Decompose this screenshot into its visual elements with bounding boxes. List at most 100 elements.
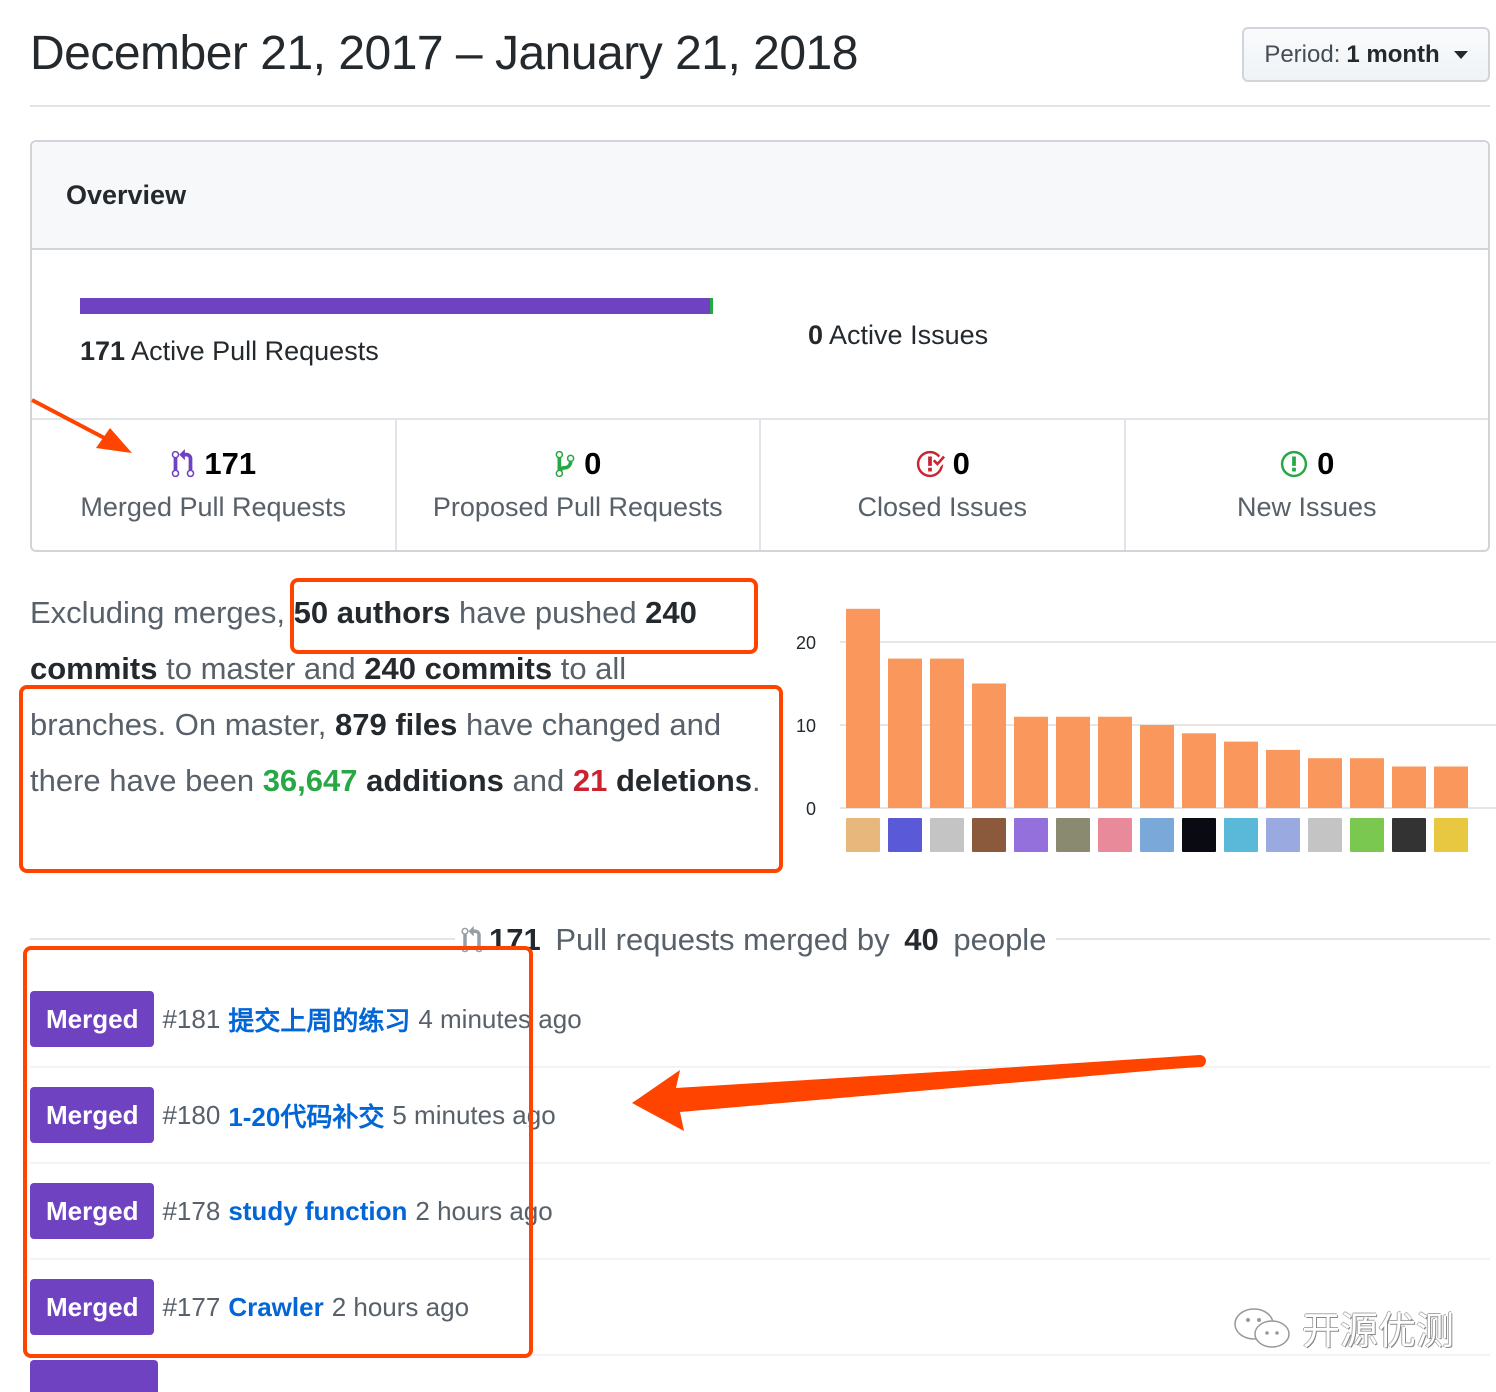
commits-to-all: 240 commits — [364, 651, 553, 686]
git-merge-icon — [172, 449, 195, 478]
author-avatar[interactable] — [972, 818, 1006, 852]
pr-title-link[interactable]: study function — [228, 1196, 407, 1227]
author-avatar[interactable] — [1392, 818, 1426, 852]
author-avatar[interactable] — [1056, 818, 1090, 852]
author-avatar[interactable] — [1098, 818, 1132, 852]
people-count: 40 — [904, 922, 939, 957]
open-pr-segment — [709, 298, 713, 314]
deletions-label: deletions — [607, 763, 753, 798]
watermark: 开源优测 — [1232, 1300, 1454, 1355]
commits-by-author-chart: 0 10 20 — [790, 590, 1496, 860]
author-avatar[interactable] — [1350, 818, 1384, 852]
stat-new-issues[interactable]: 0 New Issues — [1126, 420, 1489, 550]
merged-badge: Merged — [30, 1087, 155, 1143]
active-pr-label: Active Pull Requests — [131, 336, 379, 366]
y-tick-label: 0 — [806, 799, 816, 819]
new-issues-count: 0 — [1317, 446, 1335, 481]
pr-title-link[interactable]: Crawler — [228, 1292, 323, 1323]
bar-author-14 — [1392, 766, 1426, 808]
bar-author-9 — [1182, 733, 1216, 808]
pr-time: 2 hours ago — [415, 1195, 553, 1226]
pr-title-link[interactable]: 提交上周的练习 — [228, 1001, 410, 1038]
overview-panel: Overview 171 Active Pull Requests 0 Acti… — [30, 140, 1490, 552]
files-changed: 879 files — [334, 707, 458, 742]
bar-author-7 — [1098, 716, 1132, 808]
summary-text: and — [503, 763, 573, 798]
bar-author-5 — [1014, 716, 1048, 808]
pr-list-item-partial — [30, 1356, 1490, 1392]
pr-number: #178 — [162, 1195, 221, 1226]
pr-time: 2 hours ago — [331, 1291, 470, 1322]
summary-text: to master and — [157, 651, 365, 686]
caret-down-icon — [1453, 50, 1468, 59]
watermark-text: 开源优测 — [1302, 1311, 1455, 1353]
overview-summary: 171 Active Pull Requests 0 Active Issues — [32, 250, 1488, 420]
bar-author-12 — [1308, 758, 1342, 808]
active-pull-requests-link[interactable]: 171 Active Pull Requests — [80, 336, 379, 367]
stat-closed-issues[interactable]: 0 Closed Issues — [761, 420, 1126, 550]
author-avatar[interactable] — [1224, 818, 1258, 852]
bar-author-13 — [1350, 758, 1384, 808]
summary-text: have pushed — [450, 595, 646, 630]
active-issues-label: Active Issues — [829, 320, 989, 350]
author-avatar[interactable] — [888, 818, 922, 852]
git-pull-request-icon — [555, 450, 575, 478]
bar-author-15 — [1434, 766, 1468, 808]
author-avatar[interactable] — [1014, 818, 1048, 852]
closed-issues-count: 0 — [952, 446, 970, 481]
stat-proposed-pull-requests[interactable]: 0 Proposed Pull Requests — [397, 420, 761, 550]
closed-issues-label: Closed Issues — [857, 492, 1028, 522]
merged-badge — [30, 1360, 158, 1392]
proposed-pr-label: Proposed Pull Requests — [432, 492, 723, 522]
pr-title-link[interactable]: 1-20代码补交 — [228, 1097, 384, 1134]
bar-author-4 — [972, 683, 1006, 808]
pull-request-progress-bar[interactable] — [80, 298, 713, 314]
pr-number: #180 — [162, 1099, 221, 1130]
stats-row: 171 Merged Pull Requests 0 Proposed Pull… — [32, 420, 1488, 550]
merged-pr-count: 171 — [204, 446, 257, 481]
author-avatar[interactable] — [1308, 818, 1342, 852]
authors-count: 50 authors — [293, 595, 451, 630]
period-dropdown[interactable]: Period: 1 month — [1242, 27, 1490, 82]
wechat-icon — [1234, 1307, 1290, 1348]
merged-badge: Merged — [30, 1279, 155, 1335]
commit-summary: Excluding merges, 50 authors have pushed… — [30, 585, 770, 809]
summary-text: . — [752, 763, 761, 798]
merged-prs-header: 171 Pull requests merged by 40 people — [30, 918, 1490, 962]
overview-title: Overview — [66, 179, 187, 210]
date-range-title: December 21, 2017 – January 21, 2018 — [30, 27, 858, 80]
merged-count: 171 — [489, 922, 541, 957]
new-issues-label: New Issues — [1236, 492, 1377, 522]
summary-text: Excluding merges, — [30, 595, 294, 630]
author-avatar[interactable] — [930, 818, 964, 852]
pr-list-item: Merged #181 提交上周的练习 4 minutes ago — [30, 972, 1490, 1068]
chart-canvas: 0 10 20 — [796, 608, 1496, 852]
author-avatar[interactable] — [1182, 818, 1216, 852]
bar-author-2 — [888, 658, 922, 808]
additions-count: 36,647 — [262, 763, 358, 798]
bar-author-1 — [846, 608, 880, 808]
overview-header: Overview — [32, 142, 1488, 250]
active-issues-link[interactable]: 0 Active Issues — [808, 320, 988, 351]
pr-list-item: Merged #178 study function 2 hours ago — [30, 1164, 1490, 1260]
author-avatar[interactable] — [1434, 818, 1468, 852]
period-value: 1 month — [1346, 40, 1440, 68]
proposed-pr-count: 0 — [584, 446, 602, 481]
merged-badge: Merged — [30, 1183, 155, 1239]
active-pr-count: 171 — [80, 336, 126, 366]
merged-text: people — [944, 922, 1047, 957]
author-avatar[interactable] — [1266, 818, 1300, 852]
y-tick-label: 10 — [796, 716, 816, 736]
page-header: December 21, 2017 – January 21, 2018 Per… — [30, 0, 1490, 107]
merged-badge: Merged — [30, 991, 155, 1047]
additions-label: additions — [357, 763, 504, 798]
issue-opened-icon — [1281, 450, 1308, 478]
bar-author-11 — [1266, 749, 1300, 808]
y-tick-label: 20 — [796, 633, 816, 653]
merged-text: Pull requests merged by — [546, 922, 899, 957]
pr-time: 4 minutes ago — [418, 1003, 582, 1034]
stat-merged-pull-requests[interactable]: 171 Merged Pull Requests — [32, 420, 397, 550]
author-avatar[interactable] — [846, 818, 880, 852]
merged-pr-label: Merged Pull Requests — [80, 492, 347, 522]
author-avatar[interactable] — [1140, 818, 1174, 852]
